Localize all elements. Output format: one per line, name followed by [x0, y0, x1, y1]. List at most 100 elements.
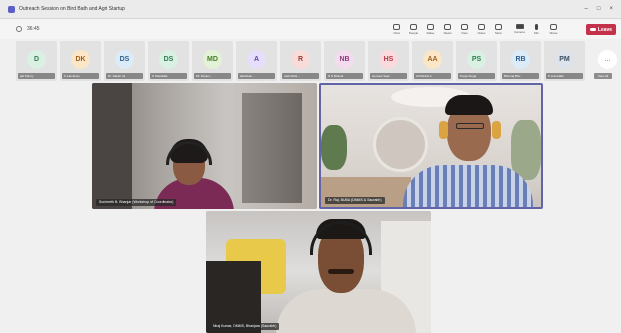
raise-hand-icon — [427, 23, 434, 30]
teams-app-icon — [8, 5, 15, 13]
participant-name: N S Bhandi — [326, 73, 363, 79]
wall-arch — [373, 117, 428, 172]
participant-name: abhishek ... — [238, 73, 275, 79]
participant-tile[interactable]: R rashmitha ... — [280, 41, 321, 81]
meeting-timer: 36:45 — [27, 26, 40, 32]
minimize-icon[interactable]: – — [585, 6, 588, 12]
video-name-label: Niraj Kumar, DMMS, Bhanjara (Saurabh) — [210, 323, 280, 330]
participant-name: Dr. Satish Ja — [106, 73, 143, 79]
participant-name: rashmitha ... — [282, 73, 319, 79]
more-participants-button[interactable]: ... View all — [587, 41, 621, 81]
dark-wall — [92, 83, 132, 209]
more-participants-label: View all — [594, 73, 612, 79]
more-button[interactable]: More — [490, 20, 507, 38]
raise-hand-button[interactable]: Raise — [422, 20, 439, 38]
share-label: Share — [549, 30, 558, 35]
avatar: MD — [203, 50, 222, 69]
chat-icon — [393, 23, 400, 30]
avatar: DS — [159, 50, 178, 69]
person-shirt — [276, 289, 416, 333]
participant-tile[interactable]: D adi Pamry — [16, 41, 57, 81]
camera-label: Camera — [514, 30, 525, 34]
camera-icon — [515, 24, 524, 29]
avatar: AA — [423, 50, 442, 69]
mustache — [328, 269, 354, 274]
phone-icon — [589, 28, 596, 31]
avatar: DS — [115, 50, 134, 69]
window-controls: – □ × — [585, 6, 621, 12]
avatar: D — [27, 50, 46, 69]
video-tile[interactable]: Sunheeth B. Bhanjar (Workshop of Coordin… — [92, 83, 317, 209]
avatar: PM — [555, 50, 574, 69]
chat-button[interactable]: Chat — [388, 20, 405, 38]
meeting-controls: Chat People Raise React View Notes More … — [388, 20, 562, 38]
participant-tile[interactable]: RB Bhimraj Bhu — [500, 41, 541, 81]
participant-tile[interactable]: DS Dr. Satish Ja — [104, 41, 145, 81]
notes-button[interactable]: Notes — [473, 20, 490, 38]
teams-meeting-window: Outreach Session on Bird Bath and Agri S… — [0, 0, 621, 333]
participant-tile[interactable]: DS S Shedbalk — [148, 41, 189, 81]
mic-label: Mic — [534, 30, 539, 35]
headphone-left-icon — [439, 121, 448, 139]
participant-tile[interactable]: DK K Lab Enqu — [60, 41, 101, 81]
shield-icon — [16, 26, 22, 32]
avatar: A — [247, 50, 266, 69]
background-door — [242, 93, 302, 203]
avatar: PS — [467, 50, 486, 69]
notes-label: Notes — [477, 30, 486, 35]
leave-label: Leave — [597, 26, 613, 33]
participant-name: K Lab Enqu — [62, 73, 99, 79]
avatar: HS — [379, 50, 398, 69]
person-hair — [445, 95, 493, 115]
people-icon — [410, 23, 417, 30]
people-label: People — [408, 30, 419, 35]
participant-tile[interactable]: NB N S Bhandi — [324, 41, 365, 81]
maximize-icon[interactable]: □ — [597, 6, 601, 12]
participant-tile[interactable]: PM P eramHalli — [544, 41, 585, 81]
close-icon[interactable]: × — [609, 6, 613, 12]
react-icon — [444, 23, 451, 30]
leave-button[interactable]: Leave — [586, 24, 616, 35]
microphone-icon — [535, 23, 538, 30]
participant-name: Pooja Singa — [458, 73, 495, 79]
video-tile[interactable]: Niraj Kumar, DMMS, Bhanjara (Saurabh) — [206, 211, 431, 333]
video-name-label: Sunheeth B. Bhanjar (Workshop of Coordin… — [96, 199, 177, 206]
participant-name: Mr. Daniel ... — [194, 73, 231, 79]
participant-tile[interactable]: A abhishek ... — [236, 41, 277, 81]
react-label: React — [443, 30, 452, 35]
more-dots-icon: ... — [598, 50, 617, 69]
participant-name: Hemant Sapt — [370, 73, 407, 79]
avatar: NB — [335, 50, 354, 69]
view-label: View — [461, 30, 468, 35]
person-shirt — [403, 165, 533, 207]
meeting-toolbar: 36:45 Chat People Raise React View Notes… — [0, 19, 621, 39]
participant-tile[interactable]: AA AVINASH A — [412, 41, 453, 81]
glasses-icon — [456, 123, 484, 129]
participant-name: adi Pamry — [18, 73, 55, 79]
participant-name: Bhimraj Bhu — [502, 73, 539, 79]
participant-strip: D adi Pamry DK K Lab Enqu DS Dr. Satish … — [16, 41, 617, 81]
more-label: More — [495, 30, 502, 35]
share-button[interactable]: Share — [545, 20, 562, 38]
avatar: DK — [71, 50, 90, 69]
notes-icon — [478, 23, 485, 30]
avatar: RB — [511, 50, 530, 69]
mic-button[interactable]: Mic — [528, 20, 545, 38]
avatar: R — [291, 50, 310, 69]
participant-name: AVINASH A — [414, 73, 451, 79]
window-title: Outreach Session on Bird Bath and Agri S… — [19, 6, 125, 12]
react-button[interactable]: React — [439, 20, 456, 38]
title-bar: Outreach Session on Bird Bath and Agri S… — [0, 0, 621, 19]
share-icon — [550, 23, 557, 30]
participant-tile[interactable]: PS Pooja Singa — [456, 41, 497, 81]
video-name-label: Dr. Raj. BUBA (DMMS & Saurabh) — [325, 197, 385, 204]
more-icon — [495, 23, 502, 30]
raise-label: Raise — [426, 30, 435, 35]
plant — [321, 125, 347, 170]
video-tile-active-speaker[interactable]: Dr. Raj. BUBA (DMMS & Saurabh) — [319, 83, 543, 209]
view-button[interactable]: View — [456, 20, 473, 38]
participant-tile[interactable]: MD Mr. Daniel ... — [192, 41, 233, 81]
camera-button[interactable]: Camera — [511, 20, 528, 38]
participant-tile[interactable]: HS Hemant Sapt — [368, 41, 409, 81]
people-button[interactable]: People — [405, 20, 422, 38]
